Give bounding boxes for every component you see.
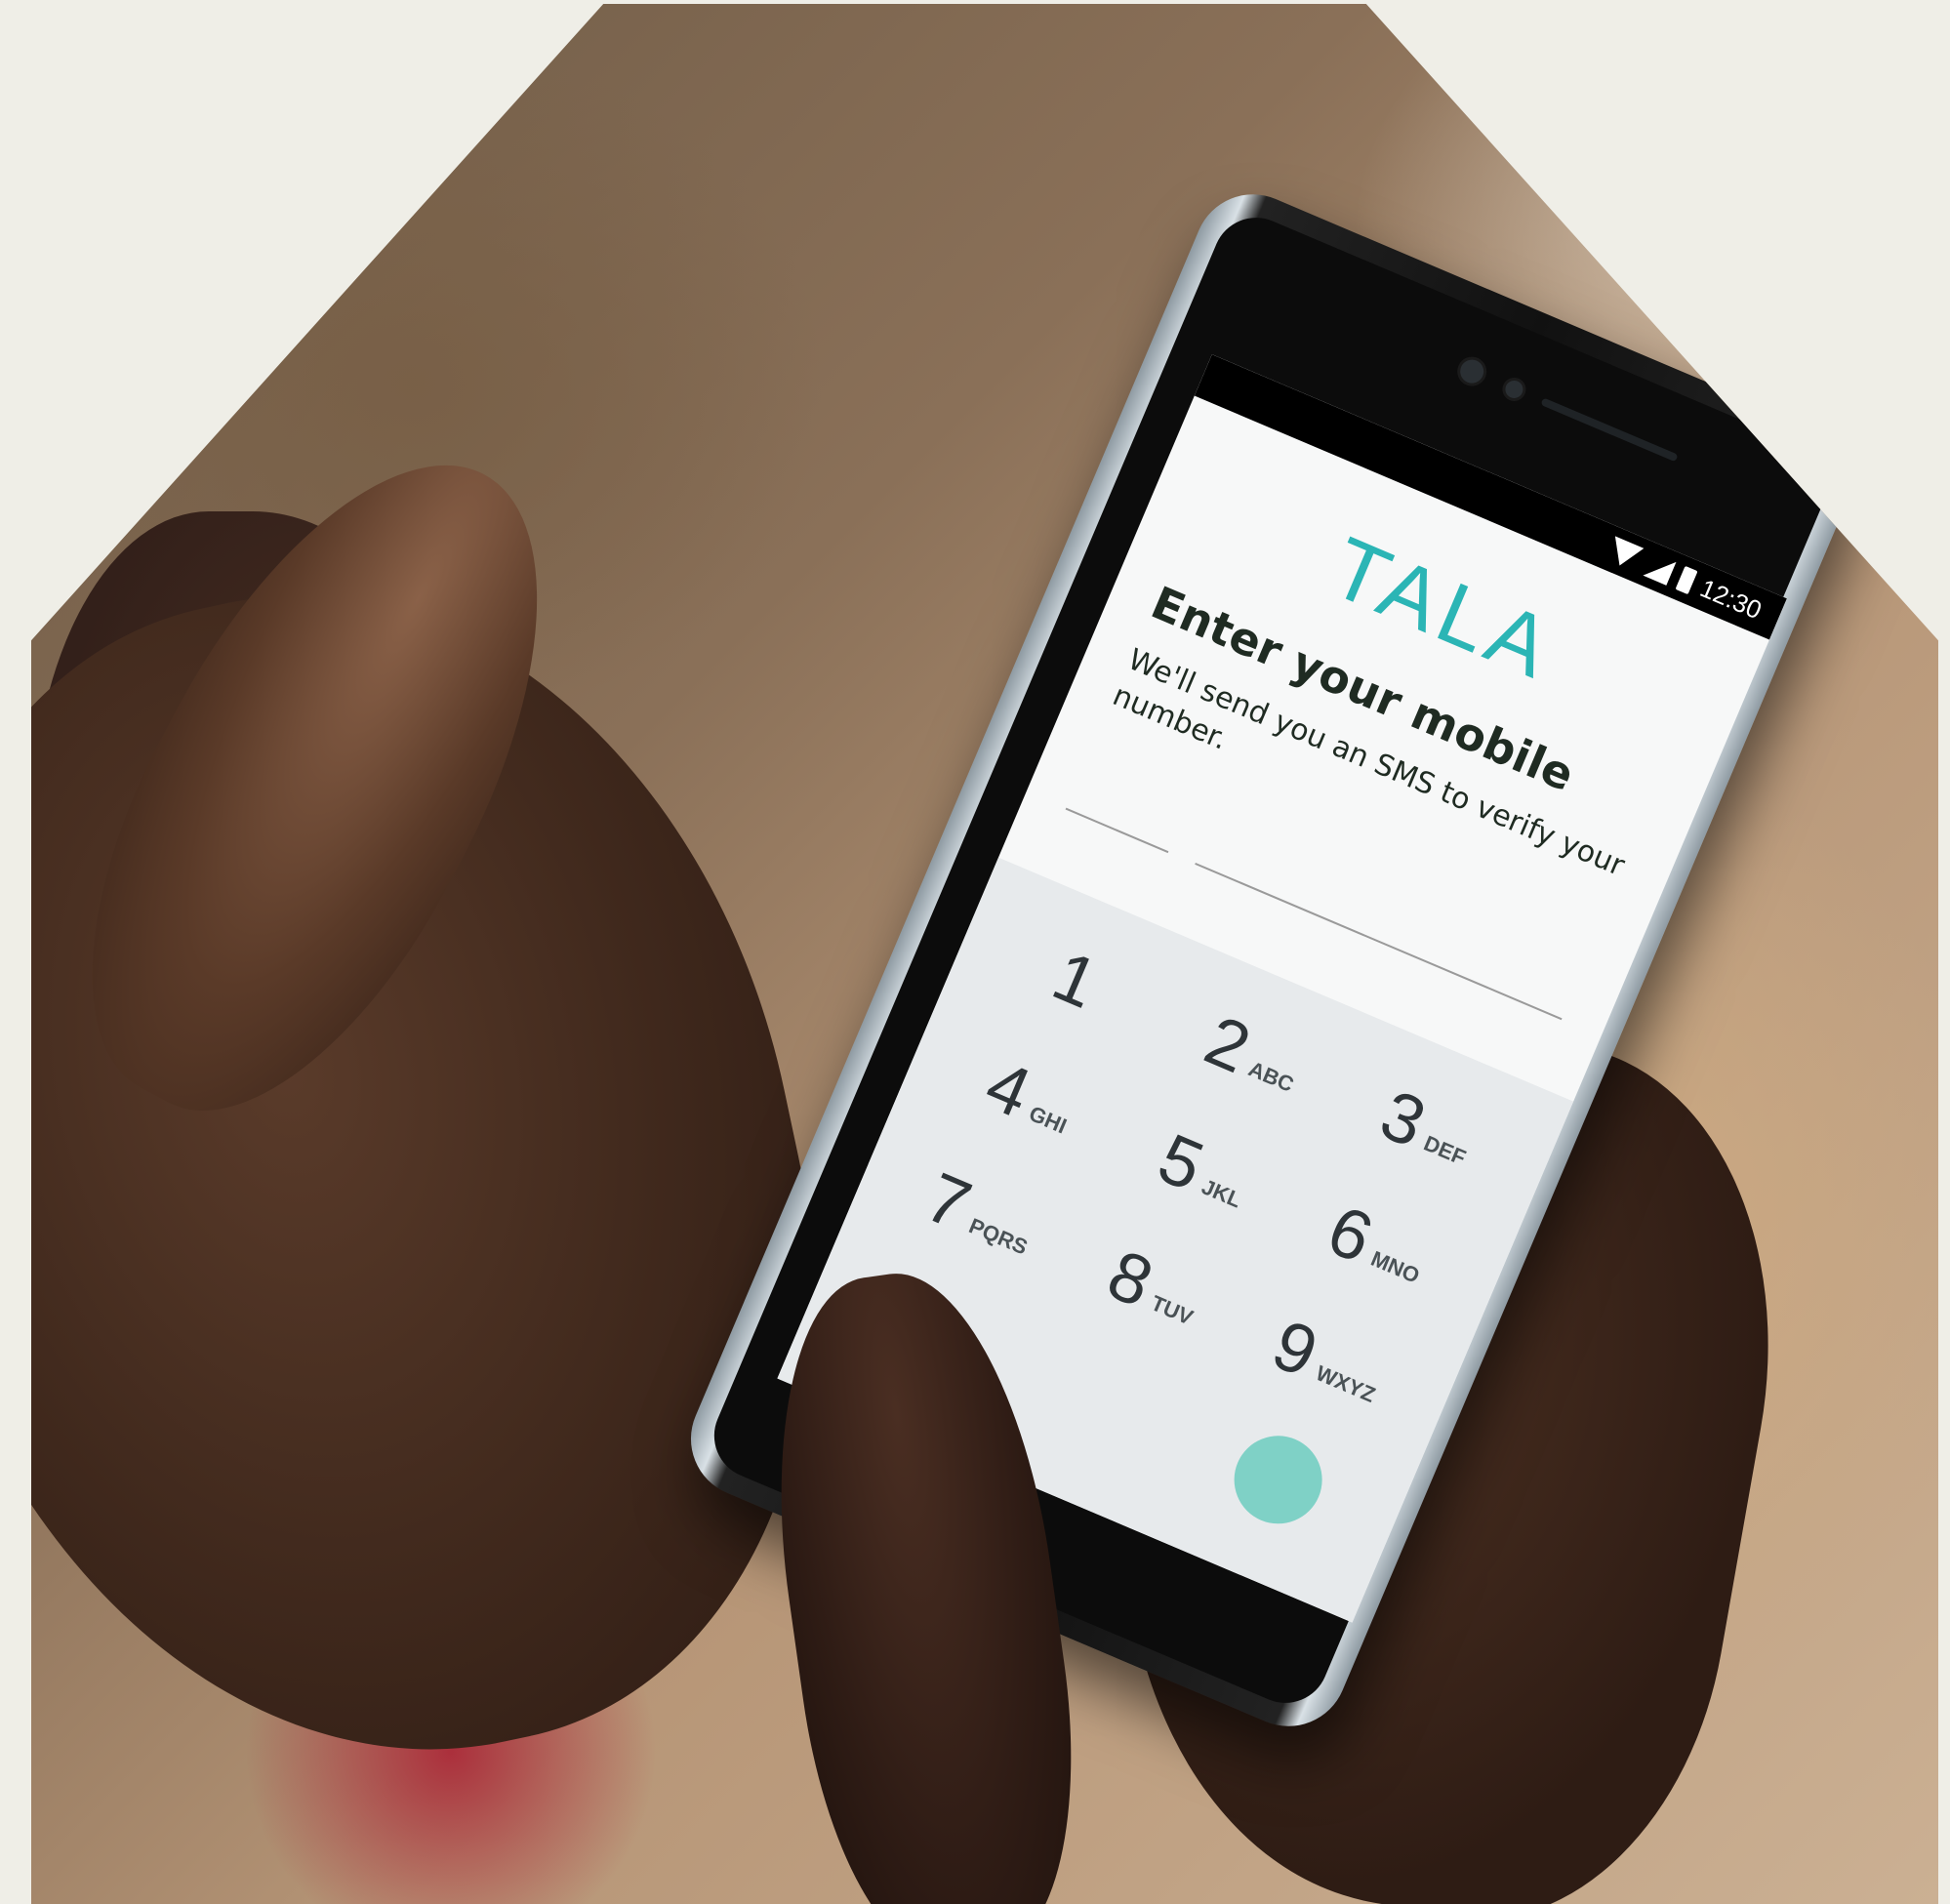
key-letters: PQRS [965, 1213, 1032, 1260]
status-time: 12:30 [1695, 572, 1767, 625]
key-letters: GHI [1025, 1101, 1071, 1139]
country-code-field[interactable] [1065, 766, 1187, 854]
key-letters: DEF [1420, 1130, 1470, 1170]
key-letters: MNO [1367, 1245, 1424, 1288]
photo-frame: 12:30 TALA Enter your mobile We'll send … [31, 4, 1938, 1904]
earpiece-speaker [1540, 397, 1679, 463]
front-sensor [1502, 378, 1526, 401]
key-letters: TUV [1147, 1290, 1198, 1330]
front-camera [1456, 355, 1487, 387]
key-letters: JKL [1198, 1174, 1245, 1213]
next-button[interactable] [1220, 1422, 1336, 1538]
key-digit: 1 [1041, 936, 1109, 1025]
key-letters: WXYZ [1312, 1360, 1380, 1407]
signal-icon [1643, 551, 1677, 586]
key-letters: ABC [1244, 1056, 1298, 1097]
wifi-icon [1605, 536, 1645, 572]
battery-icon [1675, 565, 1698, 595]
